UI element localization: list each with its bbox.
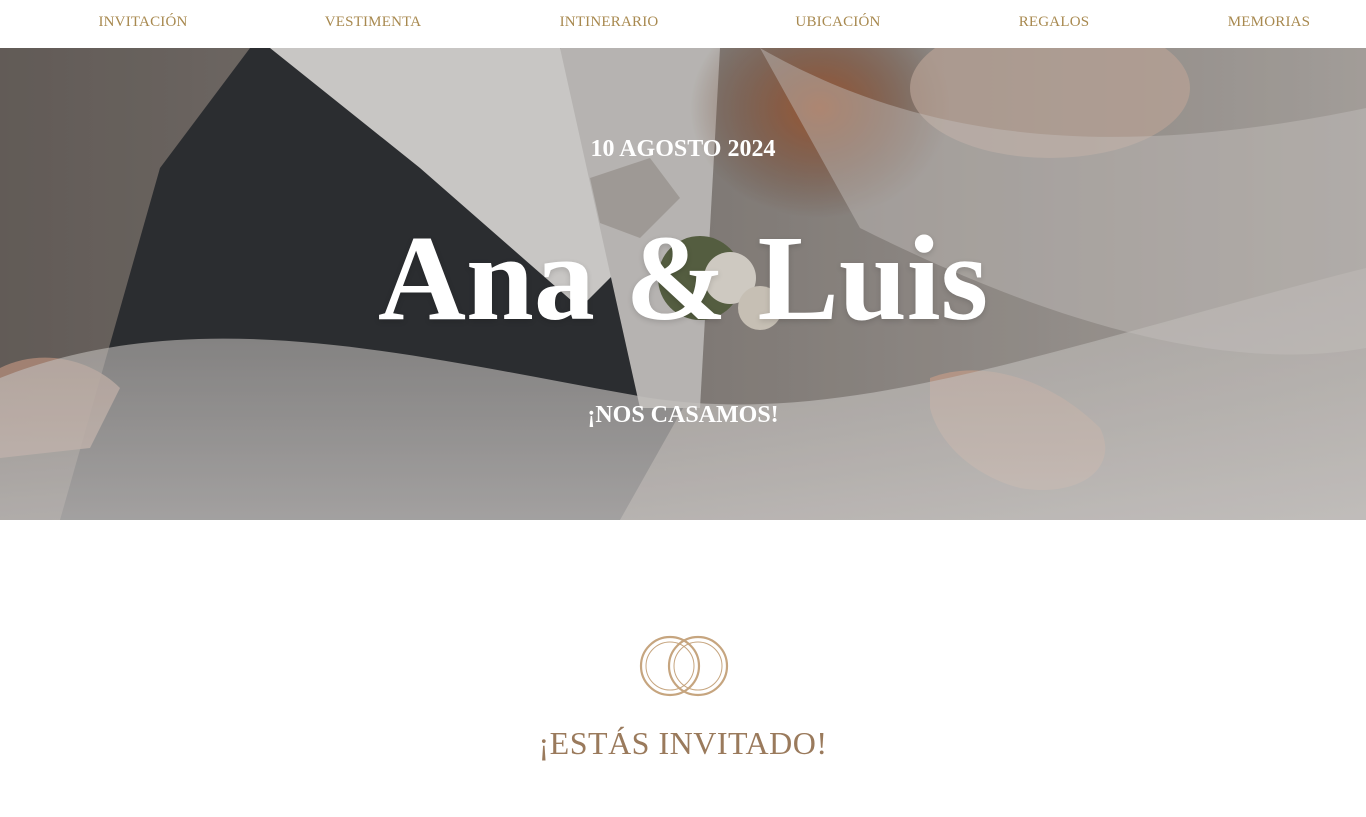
nav-link-itinerario[interactable]: INTINERARIO: [560, 14, 659, 31]
invitation-title: ¡ESTÁS INVITADO!: [538, 725, 828, 761]
nav-link-invitacion[interactable]: INVITACIÓN: [98, 14, 187, 31]
wedding-rings-icon: [639, 635, 729, 697]
nav-link-memorias[interactable]: MEMORIAS: [1228, 14, 1310, 31]
nav-link-regalos[interactable]: REGALOS: [1019, 14, 1090, 31]
nav-link-ubicacion[interactable]: UBICACIÓN: [795, 14, 880, 31]
invitation-section: ¡ESTÁS INVITADO!: [0, 520, 1366, 817]
top-navigation: INVITACIÓN VESTIMENTA INTINERARIO UBICAC…: [0, 0, 1366, 48]
hero-banner: 10 AGOSTO 2024 Ana & Luis ¡NOS CASAMOS!: [0, 48, 1366, 520]
hero-subtitle: ¡NOS CASAMOS!: [587, 402, 779, 428]
couple-names: Ana & Luis: [377, 211, 989, 346]
nav-link-vestimenta[interactable]: VESTIMENTA: [325, 14, 422, 31]
wedding-date: 10 AGOSTO 2024: [590, 136, 776, 162]
